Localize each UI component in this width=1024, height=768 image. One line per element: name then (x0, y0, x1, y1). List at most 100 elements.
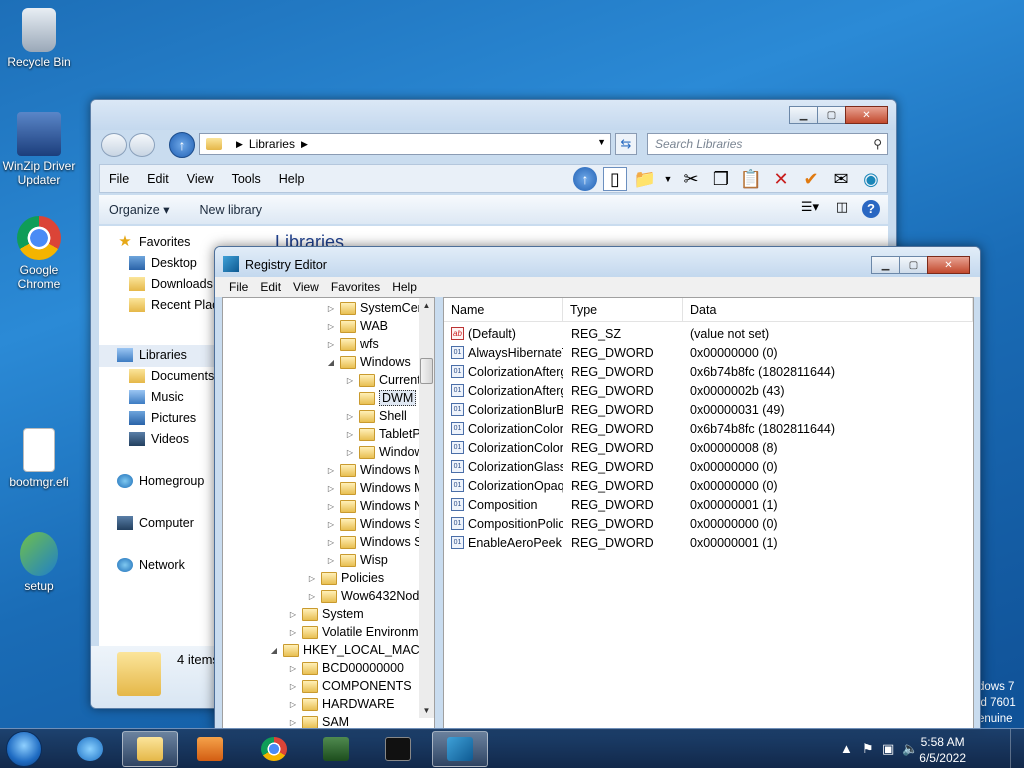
organize-button[interactable]: Organize ▾ (109, 202, 169, 217)
maximize-button[interactable]: ▢ (899, 256, 928, 274)
menu-file[interactable]: File (223, 280, 254, 294)
menu-help[interactable]: Help (386, 280, 423, 294)
taskbar-command-prompt[interactable] (370, 731, 426, 767)
chevron-down-icon[interactable]: ▼ (663, 167, 673, 191)
desktop-icon-chrome[interactable]: Google Chrome (1, 216, 77, 291)
registry-values-list[interactable]: Name Type Data ab (Default) REG_SZ (value n… (443, 297, 974, 729)
expand-toggle-icon[interactable]: ▷ (326, 484, 336, 493)
expand-toggle-icon[interactable]: ▷ (326, 556, 336, 565)
tree-node[interactable]: DWM (345, 389, 417, 407)
folder-options-icon[interactable]: 📁 (633, 167, 657, 191)
menu-view[interactable]: View (178, 172, 223, 186)
taskbar-internet-explorer[interactable] (62, 731, 118, 767)
nav-videos[interactable]: Videos (129, 432, 189, 446)
taskbar-system-monitor[interactable] (308, 731, 364, 767)
scroll-thumb[interactable] (420, 358, 433, 384)
nav-documents[interactable]: Documents (129, 369, 214, 383)
registry-key-tree[interactable]: ▷SystemCertificates▷WAB▷wfs◢Windows▷Curr… (222, 297, 435, 729)
nav-libraries[interactable]: Libraries (117, 348, 187, 362)
registry-value-row[interactable]: 01 CompositionPolicy REG_DWORD 0x00000000 (… (444, 514, 778, 533)
expand-toggle-icon[interactable]: ▷ (288, 628, 298, 637)
new-library-button[interactable]: New library (199, 203, 262, 217)
expand-toggle-icon[interactable]: ▷ (326, 520, 336, 529)
minimize-button[interactable]: ▁ (871, 256, 900, 274)
paste-icon[interactable]: 📋 (739, 167, 763, 191)
tree-node[interactable]: ▷ HARDWARE (288, 695, 395, 713)
registry-editor-window[interactable]: Registry Editor ▁ ▢ ✕ File Edit View Fav… (214, 246, 981, 730)
expand-toggle-icon[interactable]: ▷ (326, 322, 336, 331)
tree-node[interactable]: ▷ wfs (326, 335, 379, 353)
expand-toggle-icon[interactable]: ▷ (288, 700, 298, 709)
menu-help[interactable]: Help (270, 172, 314, 186)
scroll-down-icon[interactable]: ▼ (419, 703, 434, 718)
column-type[interactable]: Type (563, 298, 683, 322)
tree-node[interactable]: ▷ BCD00000000 (288, 659, 404, 677)
expand-toggle-icon[interactable]: ▷ (345, 448, 355, 457)
tree-node[interactable]: ▷ Wow6432Node (307, 587, 426, 605)
registry-value-row[interactable]: 01 ColorizationAfterglowBalance REG_DWORD 0… (444, 381, 785, 400)
menu-edit[interactable]: Edit (254, 280, 287, 294)
explorer-titlebar[interactable] (91, 100, 896, 130)
taskbar-registry-editor[interactable] (432, 731, 488, 767)
registry-value-row[interactable]: 01 AlwaysHibernateThumbnails REG_DWORD 0x00… (444, 343, 778, 362)
expand-toggle-icon[interactable]: ▷ (326, 466, 336, 475)
nav-homegroup[interactable]: Homegroup (117, 474, 204, 488)
expand-toggle-icon[interactable]: ▷ (326, 502, 336, 511)
menu-file[interactable]: File (100, 172, 138, 186)
registry-value-row[interactable]: 01 ColorizationColorBalance REG_DWORD 0x000… (444, 438, 778, 457)
expand-toggle-icon[interactable]: ▷ (345, 376, 355, 385)
tree-node[interactable]: ▷ WAB (326, 317, 388, 335)
nav-computer[interactable]: Computer (117, 516, 194, 530)
expand-toggle-icon[interactable]: ▷ (288, 718, 298, 727)
show-desktop-button[interactable] (1010, 729, 1024, 768)
tree-node[interactable]: ▷ Volatile Environment (288, 623, 434, 641)
registry-value-row[interactable]: 01 Composition REG_DWORD 0x00000001 (1) (444, 495, 778, 514)
registry-value-row[interactable]: 01 ColorizationAfterglow REG_DWORD 0x6b74b8… (444, 362, 835, 381)
view-options-icon[interactable]: ☰▾ (798, 199, 822, 219)
chevron-up-icon[interactable]: ▲ (840, 741, 853, 756)
panel-icon[interactable]: ▯ (603, 167, 627, 191)
refresh-button[interactable]: ⇆ (615, 133, 637, 155)
expand-toggle-icon[interactable]: ▷ (326, 304, 336, 313)
maximize-button[interactable]: ▢ (817, 106, 846, 124)
expand-toggle-icon[interactable]: ▷ (326, 538, 336, 547)
taskbar-windows-explorer[interactable] (122, 731, 178, 767)
network-icon[interactable]: ▣ (882, 741, 894, 757)
tree-node[interactable]: ◢ Windows (326, 353, 411, 371)
expand-toggle-icon[interactable]: ▷ (307, 574, 317, 583)
close-button[interactable]: ✕ (927, 256, 970, 274)
minimize-button[interactable]: ▁ (789, 106, 818, 124)
expand-toggle-icon[interactable]: ▷ (307, 592, 317, 601)
menu-tools[interactable]: Tools (223, 172, 270, 186)
registry-value-row[interactable]: 01 ColorizationOpaqueBlend REG_DWORD 0x0000… (444, 476, 778, 495)
start-button[interactable] (6, 731, 42, 767)
expand-toggle-icon[interactable]: ▷ (288, 664, 298, 673)
chevron-down-icon[interactable]: ▼ (597, 137, 606, 147)
column-data[interactable]: Data (683, 298, 973, 322)
regedit-titlebar[interactable]: Registry Editor ▁ ▢ ✕ (215, 247, 980, 277)
menu-view[interactable]: View (287, 280, 325, 294)
tree-node[interactable]: ▷ System (288, 605, 364, 623)
clock[interactable]: 5:58 AM 6/5/2022 (919, 734, 966, 766)
expand-toggle-icon[interactable]: ▷ (288, 682, 298, 691)
expand-toggle-icon[interactable]: ▷ (288, 610, 298, 619)
cut-icon[interactable]: ✂ (679, 167, 703, 191)
expand-toggle-icon[interactable]: ▷ (326, 340, 336, 349)
tree-node[interactable]: ◢ HKEY_LOCAL_MACHINE (269, 641, 434, 659)
taskbar-google-chrome[interactable] (246, 731, 302, 767)
menu-edit[interactable]: Edit (138, 172, 178, 186)
tree-scrollbar[interactable]: ▲ ▼ (419, 298, 434, 718)
address-bar[interactable]: ▶ Libraries ▶ ▼ (199, 133, 611, 155)
nav-network[interactable]: Network (117, 558, 185, 572)
back-button[interactable] (101, 133, 127, 157)
checkmark-icon[interactable]: ✔ (799, 167, 823, 191)
nav-pictures[interactable]: Pictures (129, 411, 196, 425)
nav-music[interactable]: Music (129, 390, 184, 404)
action-center-icon[interactable]: ⚑ (862, 741, 874, 757)
registry-value-row[interactable]: 01 ColorizationColor REG_DWORD 0x6b74b8fc (… (444, 419, 835, 438)
registry-value-row[interactable]: 01 ColorizationBlurBalance REG_DWORD 0x0000… (444, 400, 785, 419)
help-icon[interactable]: ? (862, 200, 880, 218)
delete-icon[interactable]: ✕ (769, 167, 793, 191)
desktop-icon-setup[interactable]: setup (1, 532, 77, 593)
column-name[interactable]: Name (444, 298, 563, 322)
